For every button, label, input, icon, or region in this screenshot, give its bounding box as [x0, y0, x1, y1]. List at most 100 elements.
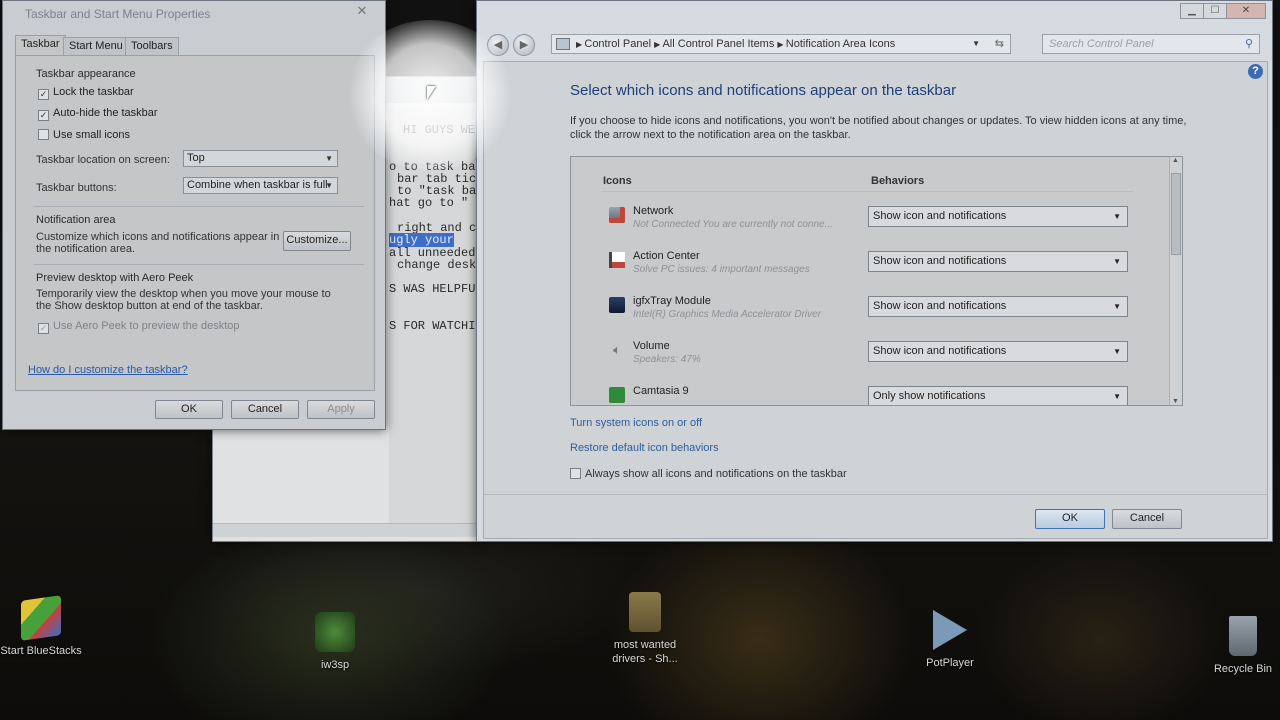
aero-peek-checkbox[interactable]: ✓ Use Aero Peek to preview the desktop [38, 320, 240, 334]
iw3sp-icon [315, 612, 355, 652]
row-status: Solve PC issues: 4 important messages [633, 264, 810, 275]
text-line: S FOR WATCHI [389, 319, 476, 333]
taskbar-buttons-dropdown[interactable]: Combine when taskbar is full ▼ [183, 177, 338, 194]
intel-graphics-icon [609, 297, 625, 313]
breadcrumb-separator: ▶ [777, 40, 786, 49]
checkbox-unchecked [38, 129, 49, 140]
aero-peek-description: Temporarily view the desktop when you mo… [36, 288, 331, 312]
minimize-button[interactable]: ▁ [1180, 3, 1204, 19]
checkbox-unchecked [570, 468, 581, 479]
chevron-down-icon: ▼ [1113, 257, 1121, 266]
control-panel-body: ? Select which icons and notifications a… [483, 61, 1268, 539]
desktop-icon-label: Start BlueStacks [0, 645, 82, 657]
column-header-icons: Icons [603, 175, 632, 187]
close-button[interactable]: ✕ [347, 2, 377, 20]
dropdown-value: Show icon and notifications [873, 210, 1007, 222]
buttons-label: Taskbar buttons: [36, 182, 117, 194]
row-name: igfxTray Module [633, 295, 711, 307]
lock-taskbar-checkbox[interactable]: ✓ Lock the taskbar [38, 86, 134, 100]
cancel-button[interactable]: Cancel [1112, 509, 1182, 529]
location-dropdown[interactable]: Top ▼ [183, 150, 338, 167]
chevron-down-icon: ▼ [325, 154, 333, 163]
tab-start-menu[interactable]: Start Menu [63, 37, 129, 55]
page-title: Select which icons and notifications app… [570, 82, 957, 99]
text-editor-content[interactable]: HI GUYS WE o to task ba bar tab tic to "… [389, 107, 483, 531]
ok-button[interactable]: OK [1035, 509, 1105, 529]
checkbox-label: Always show all icons and notifications … [585, 468, 847, 480]
tab-taskbar[interactable]: Taskbar [15, 35, 66, 56]
desktop-icon-label: most wanted drivers - Sh... [612, 639, 678, 665]
checkbox-label: Auto-hide the taskbar [53, 107, 158, 119]
appearance-group-label: Taskbar appearance [36, 68, 136, 80]
behavior-dropdown[interactable]: Show icon and notifications ▼ [868, 206, 1128, 227]
speaker-icon: 🔈︎ [613, 342, 621, 357]
scroll-down-arrow[interactable]: ▼ [1172, 398, 1179, 405]
taskbar-tab-panel: Taskbar appearance ✓ Lock the taskbar ✓ Au… [15, 55, 375, 391]
chevron-down-icon: ▼ [1113, 347, 1121, 356]
tab-toolbars[interactable]: Toolbars [125, 37, 179, 55]
help-link[interactable]: How do I customize the taskbar? [28, 364, 188, 376]
chevron-down-icon[interactable]: ▼ [972, 35, 980, 53]
divider [34, 206, 364, 207]
potplayer-icon [933, 610, 967, 650]
scroll-up-arrow[interactable]: ▲ [1172, 157, 1179, 164]
restore-defaults-link[interactable]: Restore default icon behaviors [570, 442, 719, 454]
close-button[interactable]: ✕ [1226, 3, 1266, 19]
row-name: Volume [633, 340, 670, 352]
auto-hide-checkbox[interactable]: ✓ Auto-hide the taskbar [38, 107, 158, 121]
turn-system-icons-link[interactable]: Turn system icons on or off [570, 417, 702, 429]
row-status: Not Connected You are currently not conn… [633, 219, 833, 230]
page-description: If you choose to hide icons and notifica… [570, 115, 1187, 141]
search-placeholder: Search Control Panel [1049, 38, 1154, 50]
refresh-icon[interactable]: ⇆ [995, 35, 1004, 53]
desktop-icon-most-wanted[interactable]: most wanted drivers - Sh... [600, 592, 690, 666]
breadcrumb-item[interactable]: Control Panel [584, 38, 651, 50]
divider [484, 494, 1267, 495]
scrollbar-thumb[interactable] [1171, 173, 1181, 255]
forward-button[interactable]: ▶ [513, 34, 535, 56]
dropdown-value: Combine when taskbar is full [187, 179, 328, 191]
back-button[interactable]: ◀ [487, 34, 509, 56]
notification-area-icons-window: ▁ ☐ ✕ ◀ ▶ ▶ Control Panel ▶ All Control Pa… [476, 0, 1273, 542]
desktop-icon-bluestacks[interactable]: Start BlueStacks [0, 595, 86, 658]
help-icon[interactable]: ? [1248, 64, 1263, 79]
behavior-dropdown[interactable]: Show icon and notifications ▼ [868, 296, 1128, 317]
chevron-down-icon: ▼ [325, 181, 333, 190]
caption-buttons: ▁ ☐ ✕ [1180, 3, 1266, 19]
breadcrumb-item[interactable]: All Control Panel Items [662, 38, 774, 50]
control-panel-icon [556, 38, 570, 50]
small-icons-checkbox[interactable]: Use small icons [38, 129, 130, 141]
list-item: Camtasia 9 Only show notifications ▼ [571, 379, 1151, 405]
desktop-icon-iw3sp[interactable]: iw3sp [290, 612, 380, 672]
customize-button[interactable]: Customize... [283, 231, 351, 251]
cancel-button[interactable]: Cancel [231, 400, 299, 419]
checkbox-label: Use Aero Peek to preview the desktop [53, 320, 240, 332]
notification-description: Customize which icons and notifications … [36, 231, 280, 255]
chevron-down-icon: ▼ [1113, 392, 1121, 401]
vertical-scrollbar[interactable]: ▲ ▼ [1169, 157, 1182, 405]
network-icon [609, 207, 625, 223]
always-show-checkbox[interactable]: Always show all icons and notifications … [570, 468, 847, 480]
list-item: igfxTray Module Intel(R) Graphics Media … [571, 289, 1151, 334]
search-input[interactable]: Search Control Panel ⚲ [1042, 34, 1260, 54]
text-line: change desk [397, 258, 477, 272]
address-bar[interactable]: ▶ Control Panel ▶ All Control Panel Item… [551, 34, 1011, 54]
ok-button[interactable]: OK [155, 400, 223, 419]
behavior-dropdown[interactable]: Show icon and notifications ▼ [868, 341, 1128, 362]
behavior-dropdown[interactable]: Only show notifications ▼ [868, 386, 1128, 405]
breadcrumb-item[interactable]: Notification Area Icons [786, 38, 895, 50]
divider [601, 191, 1133, 192]
text-line: S WAS HELPFU [389, 282, 476, 296]
behavior-dropdown[interactable]: Show icon and notifications ▼ [868, 251, 1128, 272]
list-item: 🔈︎ Volume Speakers: 47% Show icon and no… [571, 334, 1151, 379]
aero-peek-group-label: Preview desktop with Aero Peek [36, 272, 194, 284]
desktop-icon-potplayer[interactable]: PotPlayer [905, 610, 995, 670]
desktop-icon-recycle-bin[interactable]: Recycle Bin [1198, 616, 1280, 676]
mouse-pointer-icon [427, 86, 436, 100]
text-line: hat go to " [389, 196, 469, 210]
row-name: Network [633, 205, 674, 217]
horizontal-scrollbar[interactable] [213, 523, 481, 537]
dropdown-value: Show icon and notifications [873, 345, 1007, 357]
apply-button[interactable]: Apply [307, 400, 375, 419]
maximize-button[interactable]: ☐ [1203, 3, 1227, 19]
